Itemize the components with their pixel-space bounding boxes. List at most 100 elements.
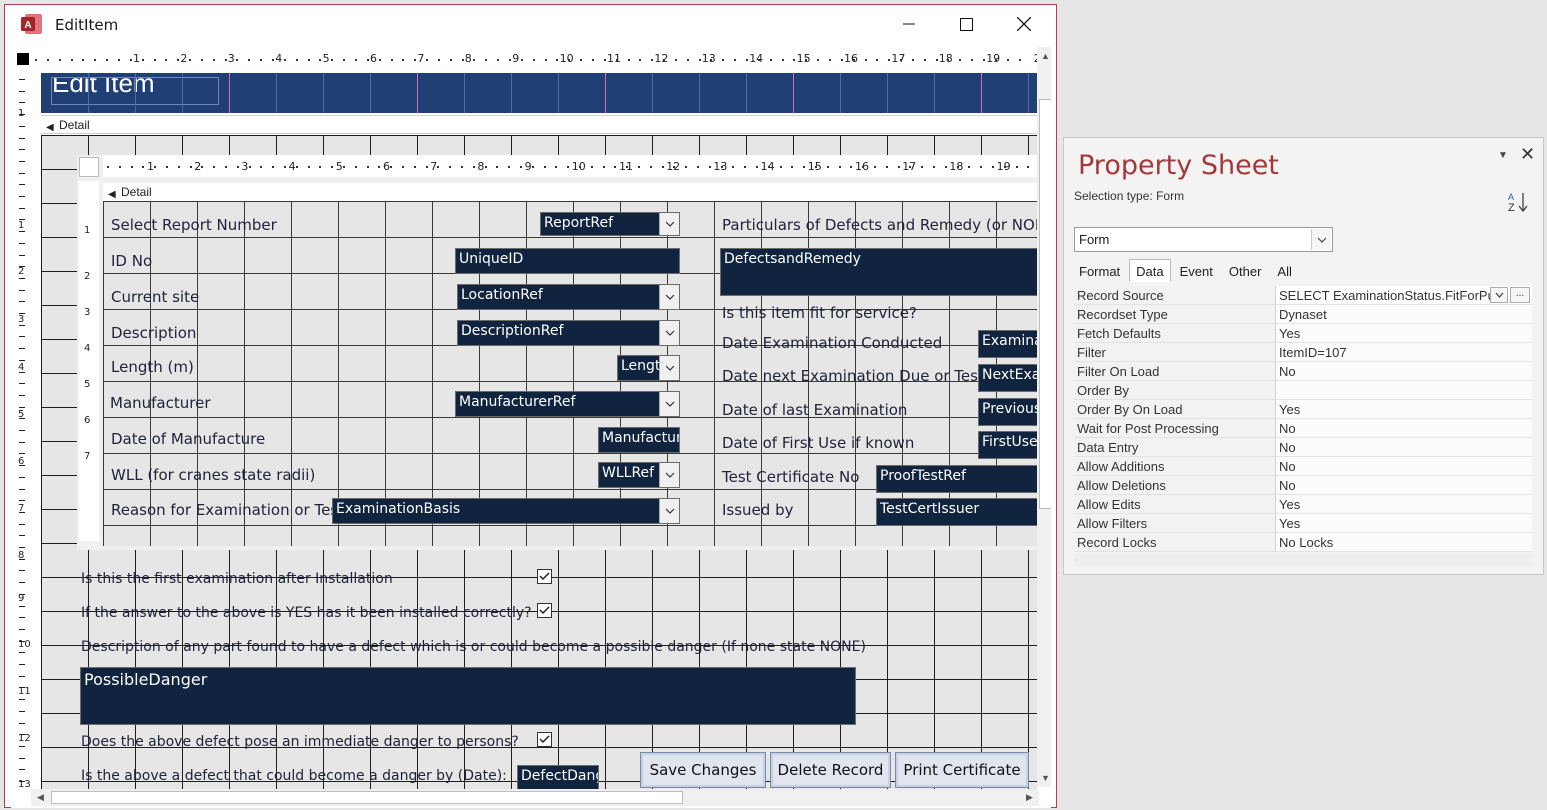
minimize-button[interactable] [886, 5, 932, 43]
description-ref-combo[interactable]: DescriptionRef [457, 320, 680, 346]
property-row[interactable]: Allow Edits Yes [1074, 495, 1532, 514]
chevron-down-icon[interactable] [659, 392, 679, 416]
form-selector[interactable] [17, 53, 29, 65]
property-value-text: Yes [1279, 402, 1301, 417]
ruler-tick [885, 166, 888, 168]
next-exam-date-field[interactable]: NextExa [978, 364, 1037, 392]
pane-options-chevron-icon[interactable]: ▼ [1498, 150, 1508, 161]
property-value[interactable]: No [1276, 438, 1532, 456]
property-row[interactable]: Wait for Post Processing No [1074, 419, 1532, 438]
tab-all[interactable]: All [1270, 259, 1298, 282]
property-row[interactable]: Record Source SELECT ExaminationStatus.Fi… [1074, 286, 1532, 305]
property-value[interactable] [1276, 381, 1532, 399]
property-value[interactable]: ItemID=107 [1276, 343, 1532, 361]
examination-basis-combo[interactable]: ExaminationBasis [332, 498, 680, 524]
scroll-right-icon[interactable]: ▶ [1021, 789, 1038, 806]
scroll-left-icon[interactable]: ◀ [32, 789, 49, 806]
property-row[interactable]: Order By On Load Yes [1074, 400, 1532, 419]
chevron-down-icon[interactable] [1490, 287, 1508, 303]
scroll-down-icon[interactable]: ▼ [1037, 769, 1051, 786]
installed-correctly-checkbox[interactable] [537, 603, 552, 618]
detail-section-bar[interactable]: ◀ Detail [41, 115, 1037, 134]
vertical-ruler[interactable]: 112345678910111213 [11, 73, 33, 793]
scroll-up-icon[interactable]: ▲ [1037, 47, 1051, 64]
chevron-down-icon[interactable] [659, 285, 679, 309]
property-value[interactable]: Yes [1276, 495, 1532, 513]
tab-event[interactable]: Event [1173, 259, 1220, 282]
builder-ellipsis-icon[interactable]: ... [1510, 287, 1530, 303]
title-bar[interactable]: A EditItem [5, 5, 1056, 43]
manufacturer-ref-combo[interactable]: ManufacturerRef [455, 391, 680, 417]
form-header-band[interactable]: Edit Item [41, 73, 1037, 113]
possible-danger-field[interactable]: PossibleDanger [80, 667, 856, 725]
property-row[interactable]: Filter On Load No [1074, 362, 1532, 381]
subform-control[interactable]: 1 2 3 4 5 6 7 8 9 10 11 12 13 14 15 16 17 18 19 1234567 ◀ … [77, 155, 1037, 550]
horizontal-ruler[interactable]: 123456789101112131415161718192021 [35, 47, 1048, 71]
defect-danger-date-field[interactable]: DefectDang [517, 765, 599, 791]
length-combo[interactable]: Lengtl [617, 355, 680, 381]
tab-data[interactable]: Data [1129, 259, 1171, 282]
subform-detail-bar[interactable]: ◀ Detail [103, 183, 1037, 202]
defects-and-remedy-field[interactable]: DefectsandRemedy [720, 248, 1037, 296]
delete-record-button[interactable]: Delete Record [770, 752, 891, 788]
vertical-scrollbar[interactable]: ▲ ▼ [1037, 47, 1051, 787]
vertical-scroll-thumb[interactable] [1039, 99, 1051, 509]
chevron-down-icon[interactable] [659, 321, 679, 345]
property-value[interactable]: No [1276, 362, 1532, 380]
print-certificate-button[interactable]: Print Certificate [895, 752, 1029, 788]
chevron-down-icon[interactable] [659, 499, 679, 523]
save-changes-button[interactable]: Save Changes [640, 752, 766, 788]
property-value[interactable]: No [1276, 457, 1532, 475]
chevron-down-icon[interactable] [1311, 229, 1331, 250]
ruler-tick [189, 166, 192, 168]
first-exam-checkbox[interactable] [537, 569, 552, 584]
property-value[interactable]: Yes [1276, 514, 1532, 532]
property-row[interactable]: Fetch Defaults Yes [1074, 324, 1532, 343]
property-row[interactable]: Recordset Type Dynaset [1074, 305, 1532, 324]
subform-selector[interactable] [79, 157, 99, 177]
property-value[interactable]: Yes [1276, 324, 1532, 342]
immediate-danger-checkbox[interactable] [537, 732, 552, 747]
date-manufacture-label: Date of Manufacture [111, 430, 266, 448]
property-value[interactable]: No [1276, 476, 1532, 494]
property-value[interactable]: SELECT ExaminationStatus.FitForPurp... [1276, 286, 1532, 304]
property-row[interactable]: Order By [1074, 381, 1532, 400]
subform-horizontal-ruler[interactable]: 1 2 3 4 5 6 7 8 9 10 11 12 13 14 15 16 17 18 19 [103, 155, 1037, 177]
first-use-date-field[interactable]: FirstUseD [978, 431, 1037, 459]
property-row[interactable]: Filter ItemID=107 [1074, 343, 1532, 362]
ruler-tick [909, 166, 912, 168]
chevron-down-icon[interactable] [659, 213, 679, 235]
manufacture-date-field[interactable]: Manufacture [598, 427, 680, 453]
tab-format[interactable]: Format [1072, 259, 1127, 282]
previous-exam-date-field[interactable]: Previousl [978, 398, 1037, 426]
test-cert-issuer-field[interactable]: TestCertIssuer [876, 498, 1037, 526]
proof-test-ref-field[interactable]: ProofTestRef [876, 465, 1037, 493]
property-value[interactable]: No Locks [1276, 533, 1532, 551]
close-icon[interactable]: ✕ [1520, 144, 1535, 165]
maximize-button[interactable] [943, 5, 989, 43]
property-row[interactable]: Allow Filters Yes [1074, 514, 1532, 533]
property-row[interactable]: Record Locks No Locks [1074, 533, 1532, 552]
report-ref-combo[interactable]: ReportRef [540, 212, 680, 236]
property-row[interactable]: Data Entry No [1074, 438, 1532, 457]
property-row[interactable]: Allow Additions No [1074, 457, 1532, 476]
subform-vertical-ruler[interactable]: 1 2 3 4 5 6 7 [79, 181, 99, 541]
horizontal-scrollbar[interactable]: ◀ ▶ [31, 789, 1039, 806]
ruler-tick [319, 166, 322, 168]
object-selector-combo[interactable]: Form [1074, 227, 1333, 252]
horizontal-scroll-thumb[interactable] [51, 791, 683, 804]
tab-other[interactable]: Other [1222, 259, 1269, 282]
property-value[interactable]: No [1276, 419, 1532, 437]
close-button[interactable] [1001, 5, 1047, 43]
sort-az-icon[interactable]: AZ [1508, 190, 1530, 214]
wll-ref-combo[interactable]: WLLRef [598, 462, 680, 488]
property-row[interactable]: Allow Deletions No [1074, 476, 1532, 495]
location-ref-combo[interactable]: LocationRef [457, 284, 680, 310]
chevron-down-icon[interactable] [659, 463, 679, 487]
property-value[interactable]: Yes [1276, 400, 1532, 418]
unique-id-field[interactable]: UniqueID [455, 248, 680, 274]
property-value[interactable]: Dynaset [1276, 305, 1532, 323]
chevron-down-icon[interactable] [659, 356, 679, 380]
ruler-tick [224, 59, 227, 61]
examination-date-field[interactable]: Examinati [978, 330, 1037, 358]
